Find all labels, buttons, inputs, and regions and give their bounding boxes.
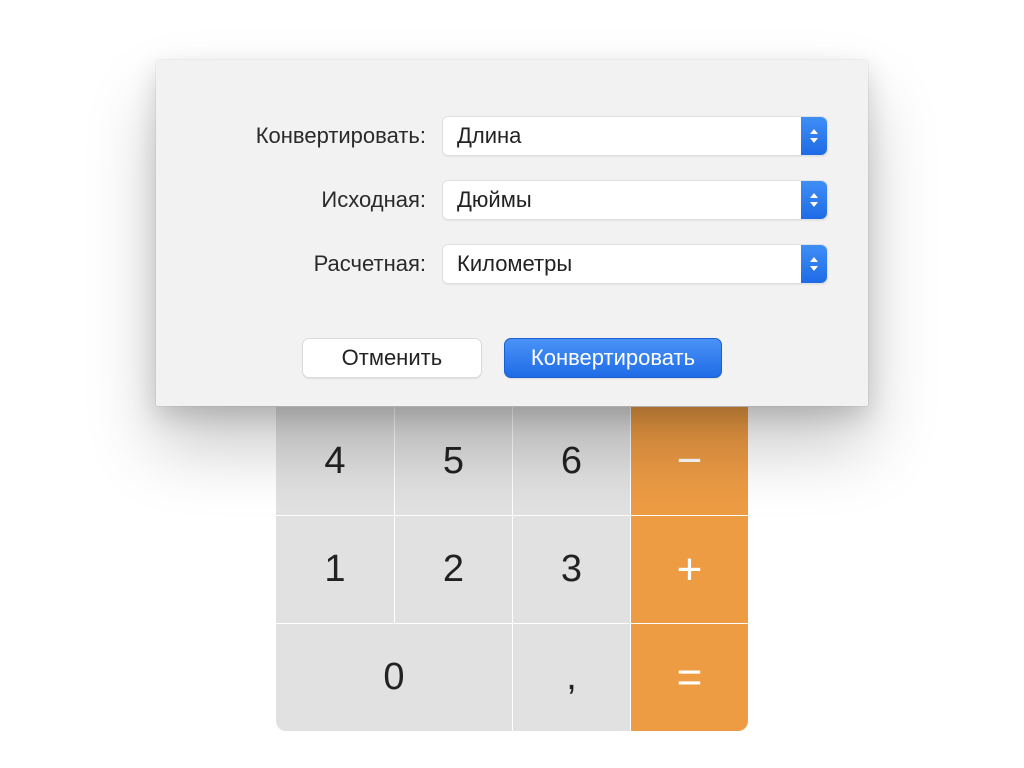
label-convert: Конвертировать: <box>196 123 426 149</box>
convert-form: Конвертировать: Длина Исходная: Дюймы Ра… <box>156 104 868 296</box>
key-label: 4 <box>324 440 345 483</box>
select-value: Длина <box>457 123 521 149</box>
calculator-keypad: 4 5 6 − 1 2 3 + 0 , = <box>276 407 748 731</box>
chevron-up-down-icon <box>801 117 827 155</box>
key-3[interactable]: 3 <box>512 515 630 623</box>
key-label: 5 <box>443 440 464 483</box>
key-label: − <box>677 436 703 486</box>
key-label: 2 <box>443 548 464 591</box>
key-label: , <box>566 656 577 699</box>
key-label: 6 <box>561 440 582 483</box>
key-label: + <box>677 545 703 595</box>
button-label: Конвертировать <box>531 345 695 371</box>
key-label: 1 <box>324 548 345 591</box>
select-source-unit[interactable]: Дюймы <box>442 180 828 220</box>
select-value: Дюймы <box>457 187 532 213</box>
label-target: Расчетная: <box>196 251 426 277</box>
key-equals[interactable]: = <box>630 623 748 731</box>
row-target-unit: Расчетная: Километры <box>196 232 828 296</box>
row-convert-type: Конвертировать: Длина <box>196 104 828 168</box>
convert-button[interactable]: Конвертировать <box>504 338 722 378</box>
key-minus[interactable]: − <box>630 407 748 515</box>
label-source: Исходная: <box>196 187 426 213</box>
key-0[interactable]: 0 <box>276 623 512 731</box>
key-label: 0 <box>383 656 404 699</box>
key-2[interactable]: 2 <box>394 515 512 623</box>
calculator-grid: 4 5 6 − 1 2 3 + 0 , = <box>276 407 748 731</box>
cancel-button[interactable]: Отменить <box>302 338 482 378</box>
key-5[interactable]: 5 <box>394 407 512 515</box>
key-4[interactable]: 4 <box>276 407 394 515</box>
key-label: = <box>677 653 703 703</box>
chevron-up-down-icon <box>801 181 827 219</box>
key-1[interactable]: 1 <box>276 515 394 623</box>
key-6[interactable]: 6 <box>512 407 630 515</box>
chevron-up-down-icon <box>801 245 827 283</box>
key-decimal[interactable]: , <box>512 623 630 731</box>
select-convert-type[interactable]: Длина <box>442 116 828 156</box>
convert-dialog: Конвертировать: Длина Исходная: Дюймы Ра… <box>156 60 868 406</box>
button-label: Отменить <box>342 345 443 371</box>
key-plus[interactable]: + <box>630 515 748 623</box>
key-label: 3 <box>561 548 582 591</box>
select-target-unit[interactable]: Километры <box>442 244 828 284</box>
row-source-unit: Исходная: Дюймы <box>196 168 828 232</box>
select-value: Километры <box>457 251 572 277</box>
dialog-buttons: Отменить Конвертировать <box>156 338 868 378</box>
